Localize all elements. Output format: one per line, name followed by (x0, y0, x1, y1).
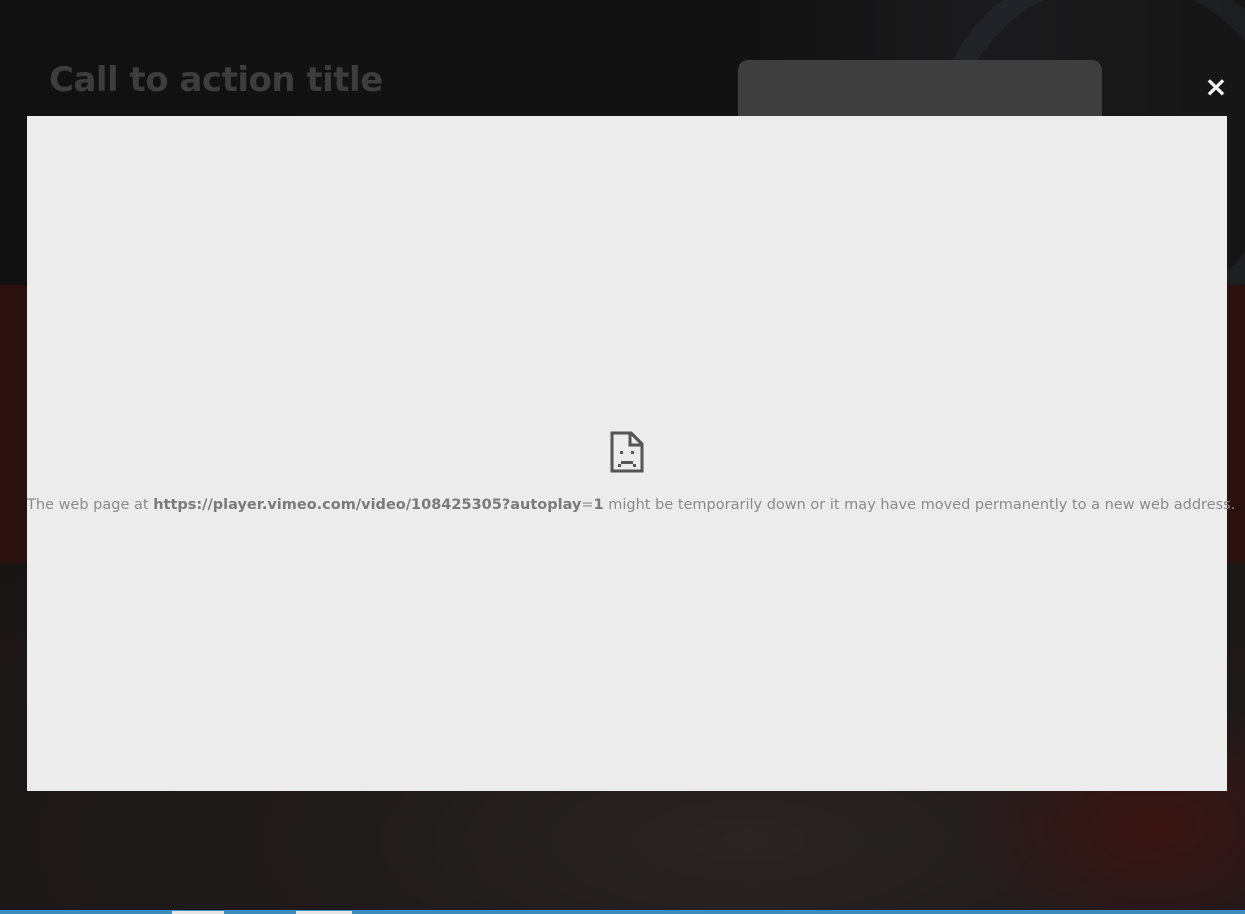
error-text: The web page at https://player.vimeo.com… (27, 497, 1235, 513)
sad-document-icon (609, 430, 645, 474)
close-icon[interactable]: × (1201, 72, 1231, 102)
error-message-container: The web page at https://player.vimeo.com… (27, 430, 1235, 513)
page: Call to action title × The web page at h… (0, 0, 1245, 914)
error-url: https://player.vimeo.com/video/108425305… (153, 497, 582, 513)
error-suffix: might be temporarily down or it may have… (603, 497, 1236, 513)
error-prefix: The web page at (27, 497, 154, 513)
error-url-value: 1 (593, 497, 604, 513)
cta-title: Call to action title (49, 60, 383, 100)
video-modal: The web page at https://player.vimeo.com… (27, 116, 1235, 791)
error-url-eq: = (581, 497, 594, 513)
